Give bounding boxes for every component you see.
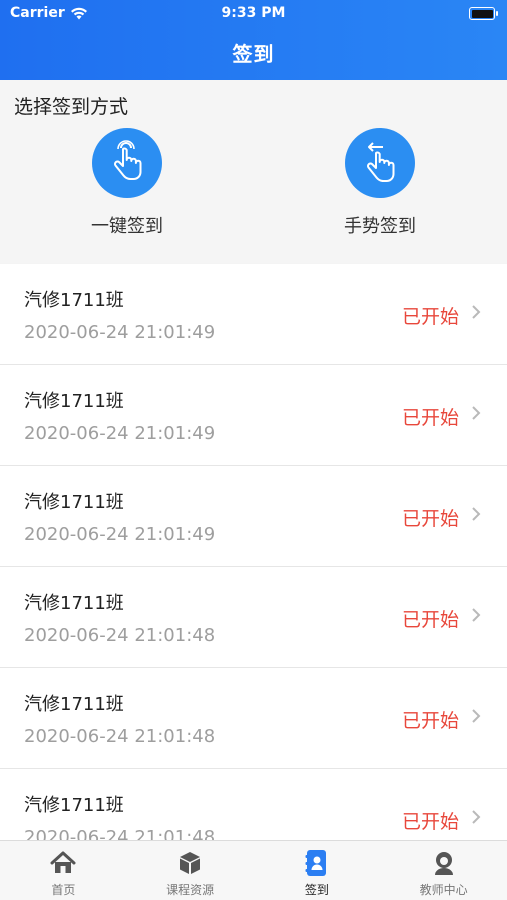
- user-icon: [380, 849, 507, 877]
- tab-bar: 首页 课程资源 签到 教师中心: [0, 840, 507, 900]
- chevron-right-icon: [472, 507, 481, 521]
- battery-fill: [471, 9, 493, 18]
- record-time: 2020-06-24 21:01:48: [24, 827, 216, 840]
- class-name: 汽修1711班: [24, 290, 124, 311]
- chevron-right-icon: [472, 810, 481, 824]
- class-name: 汽修1711班: [24, 795, 124, 816]
- list-item[interactable]: 汽修1711班 2020-06-24 21:01:48 已开始: [0, 668, 507, 769]
- page-title: 签到: [232, 42, 275, 66]
- signin-record-list: 汽修1711班 2020-06-24 21:01:49 已开始 汽修1711班 …: [0, 264, 507, 840]
- record-time: 2020-06-24 21:01:49: [24, 524, 216, 545]
- record-time: 2020-06-24 21:01:48: [24, 625, 216, 646]
- battery-icon: [469, 7, 498, 20]
- tab-label: 签到: [304, 883, 329, 897]
- list-item[interactable]: 汽修1711班 2020-06-24 21:01:49 已开始: [0, 365, 507, 466]
- tab-label: 课程资源: [166, 883, 215, 897]
- status-label: 已开始: [401, 407, 459, 429]
- contacts-book-icon: [254, 849, 381, 877]
- list-item[interactable]: 汽修1711班 2020-06-24 21:01:49 已开始: [0, 466, 507, 567]
- status-label: 已开始: [401, 306, 459, 328]
- class-name: 汽修1711班: [24, 694, 124, 715]
- tab-course-resources[interactable]: 课程资源: [127, 841, 254, 900]
- method-title: 选择签到方式: [14, 96, 129, 118]
- status-bar: Carrier 9:33 PM: [0, 0, 507, 28]
- class-name: 汽修1711班: [24, 593, 124, 614]
- chevron-right-icon: [472, 406, 481, 420]
- chevron-right-icon: [472, 608, 481, 622]
- tab-label: 首页: [51, 883, 76, 897]
- home-icon: [0, 849, 127, 877]
- tap-hand-icon: [92, 128, 162, 198]
- one-tap-signin-button[interactable]: 一键签到: [62, 128, 192, 238]
- tab-label: 教师中心: [419, 883, 468, 897]
- gesture-signin-label: 手势签到: [344, 216, 416, 237]
- list-item[interactable]: 汽修1711班 2020-06-24 21:01:49 已开始: [0, 264, 507, 365]
- list-item[interactable]: 汽修1711班 2020-06-24 21:01:48 已开始: [0, 769, 507, 840]
- chevron-right-icon: [472, 709, 481, 723]
- signin-method-panel: 选择签到方式 一键签到 手势签到: [0, 80, 507, 263]
- status-label: 已开始: [401, 710, 459, 732]
- gesture-signin-button[interactable]: 手势签到: [315, 128, 445, 238]
- status-time: 9:33 PM: [221, 5, 286, 21]
- record-time: 2020-06-24 21:01:48: [24, 726, 216, 747]
- class-name: 汽修1711班: [24, 492, 124, 513]
- status-label: 已开始: [401, 508, 459, 530]
- chevron-right-icon: [472, 305, 481, 319]
- header: Carrier 9:33 PM 签到: [0, 0, 507, 80]
- record-time: 2020-06-24 21:01:49: [24, 322, 216, 343]
- tab-home[interactable]: 首页: [0, 841, 127, 900]
- tab-signin[interactable]: 签到: [254, 841, 381, 900]
- class-name: 汽修1711班: [24, 391, 124, 412]
- list-item[interactable]: 汽修1711班 2020-06-24 21:01:48 已开始: [0, 567, 507, 668]
- record-time: 2020-06-24 21:01:49: [24, 423, 216, 444]
- one-tap-signin-label: 一键签到: [91, 216, 163, 237]
- status-label: 已开始: [401, 811, 459, 833]
- status-label: 已开始: [401, 609, 459, 631]
- phone-screen: Carrier 9:33 PM 签到 选择签到方式 一键签到 手势签到 汽修17…: [0, 0, 507, 900]
- cube-icon: [127, 849, 254, 877]
- tab-teacher-center[interactable]: 教师中心: [380, 841, 507, 900]
- swipe-hand-icon: [345, 128, 415, 198]
